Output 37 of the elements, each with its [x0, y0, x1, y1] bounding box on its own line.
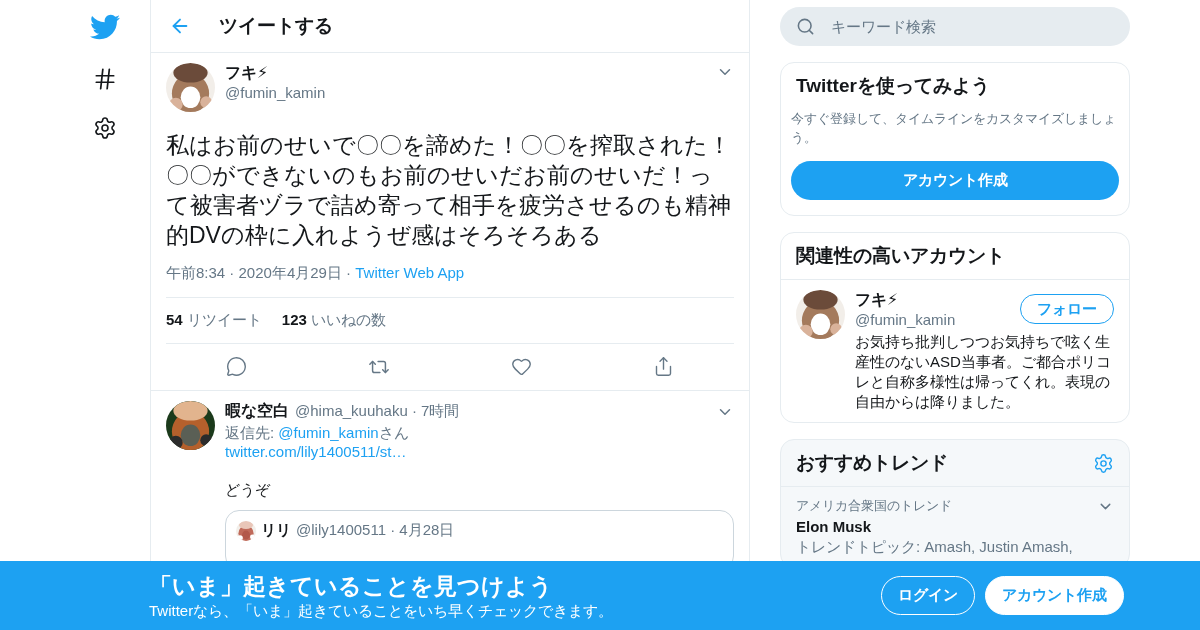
signup-button[interactable]: アカウント作成 — [985, 576, 1124, 615]
source-link[interactable]: Twitter Web App — [355, 264, 465, 281]
author-name[interactable]: フキ⚡ — [225, 63, 706, 84]
account-bio: お気持ち批判しつつお気持ちで呟く生産性のないASD当事者。ご都合ポリコレと自称多様性は帰ってくれ。表現の自由からは降りました。 — [855, 332, 1112, 412]
account-handle[interactable]: @fumin_kamin — [855, 311, 1010, 328]
banner-title: 「いま」起きていることを見つけよう — [149, 571, 554, 601]
quoted-author-name[interactable]: リリ — [261, 521, 291, 540]
tweet-link[interactable]: twitter.com/lily1400511/st… — [225, 443, 407, 460]
card-title: 関連性の高いアカウント — [796, 244, 1005, 268]
author-handle[interactable]: @fumin_kamin — [225, 84, 706, 101]
stat-count[interactable]: 54 リツイート — [166, 311, 262, 330]
quoted-handle-time: @lily1400511 · 4月28日 — [296, 521, 455, 540]
follow-button[interactable]: フォロー — [1020, 294, 1114, 324]
reply-handle-time: @hima_kuuhaku · 7時間 — [295, 402, 460, 421]
heart-icon[interactable] — [510, 356, 532, 378]
card-title: Twitterを使ってみよう — [796, 74, 990, 98]
bird-logo-icon[interactable] — [90, 12, 120, 42]
signup-button[interactable]: アカウント作成 — [791, 161, 1119, 200]
stat-count[interactable]: 123 いいねの数 — [281, 311, 387, 330]
reply-icon[interactable] — [226, 356, 248, 378]
page-title: ツイートする — [219, 14, 333, 38]
trend-name[interactable]: Elon Musk — [796, 518, 1114, 535]
tweet-timestamp: 午前8:34 · 2020年4月29日 · — [166, 264, 353, 281]
trend-context: アメリカ合衆国のトレンド — [796, 497, 952, 515]
settings-icon[interactable] — [93, 116, 117, 140]
tweet-text: 私はお前のせいで〇〇を諦めた！〇〇を搾取された！〇〇ができないのもお前のせいだお前のせいだ！って被害者ヅラで詰め寄って相手を疲労させるのも精神的DVの枠に入れようぜ感はそろそろある — [166, 131, 732, 250]
search-field[interactable]: キーワード検索 — [780, 7, 1130, 46]
reply-to-line: 返信先: @fumin_kaminさん — [225, 423, 410, 443]
reply-text: どうぞ — [225, 480, 272, 500]
search-icon — [796, 17, 815, 36]
card-text: 今すぐ登録して、タイムラインをカスタマイズしましょう。 — [791, 110, 1117, 147]
mention-link[interactable]: @fumin_kamin — [278, 424, 379, 441]
reply-author-name[interactable]: 暇な空白 — [225, 401, 289, 422]
banner-subtitle: Twitterなら、「いま」起きていることをいち早くチェックできます。 — [149, 601, 615, 621]
card-title: おすすめトレンド — [796, 451, 948, 475]
account-name[interactable]: フキ⚡ — [855, 290, 1010, 311]
trend-detail: トレンドトピック: Amash, Justin Amash, — [796, 538, 1074, 557]
